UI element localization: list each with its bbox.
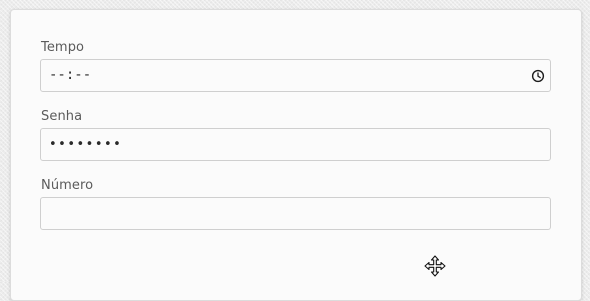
time-input[interactable]: --:--	[40, 59, 551, 92]
time-field-group: Tempo --:--	[40, 40, 551, 92]
move-cursor-icon	[424, 255, 446, 277]
number-field-group: Número	[40, 178, 551, 230]
password-input[interactable]: ••••••••	[40, 128, 551, 161]
form-card: Tempo --:-- Senha •••••••• Número	[10, 9, 582, 301]
password-field-group: Senha ••••••••	[40, 109, 551, 161]
password-field-label: Senha	[41, 109, 83, 124]
time-field-label: Tempo	[41, 40, 85, 55]
time-input-value: --:--	[49, 67, 92, 83]
number-input[interactable]	[40, 197, 551, 230]
number-field-label: Número	[41, 178, 94, 193]
clock-icon[interactable]	[531, 69, 545, 83]
password-input-value: ••••••••	[49, 137, 123, 152]
